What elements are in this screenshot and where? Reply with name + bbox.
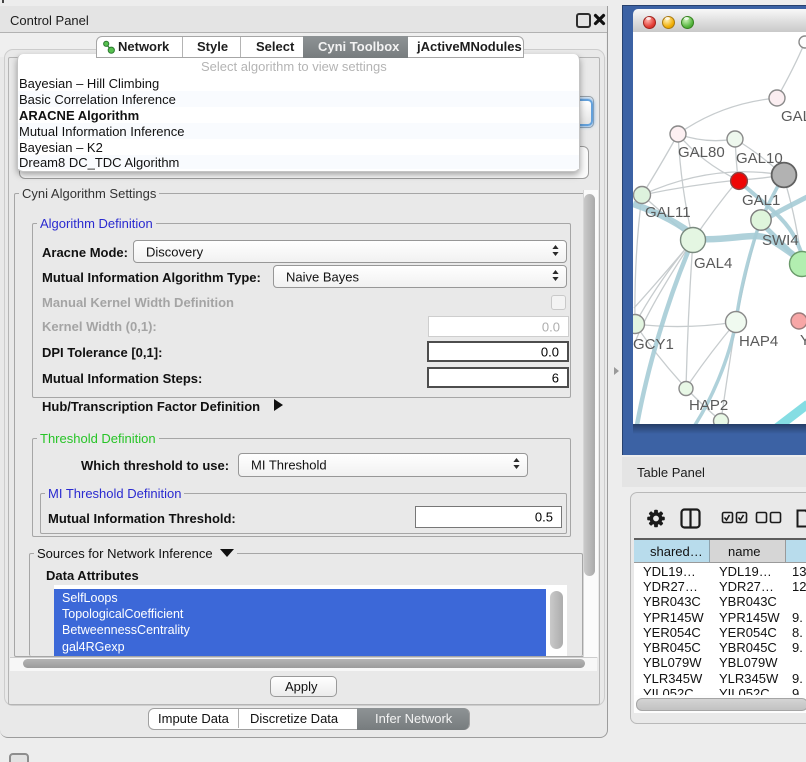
svg-text:YEL0: YEL0 <box>800 332 806 349</box>
svg-text:GAL1: GAL1 <box>742 192 780 209</box>
svg-text:GCY1: GCY1 <box>633 336 674 353</box>
svg-text:HAP2: HAP2 <box>689 397 728 414</box>
svg-text:GAL11: GAL11 <box>645 204 691 221</box>
svg-text:GAL80: GAL80 <box>678 144 725 161</box>
svg-text:HAP4: HAP4 <box>739 333 778 350</box>
svg-text:GAL10: GAL10 <box>736 150 783 167</box>
svg-text:SWI4: SWI4 <box>762 232 799 249</box>
svg-text:GAL4: GAL4 <box>694 255 732 272</box>
svg-text:GAL2: GAL2 <box>781 108 806 125</box>
